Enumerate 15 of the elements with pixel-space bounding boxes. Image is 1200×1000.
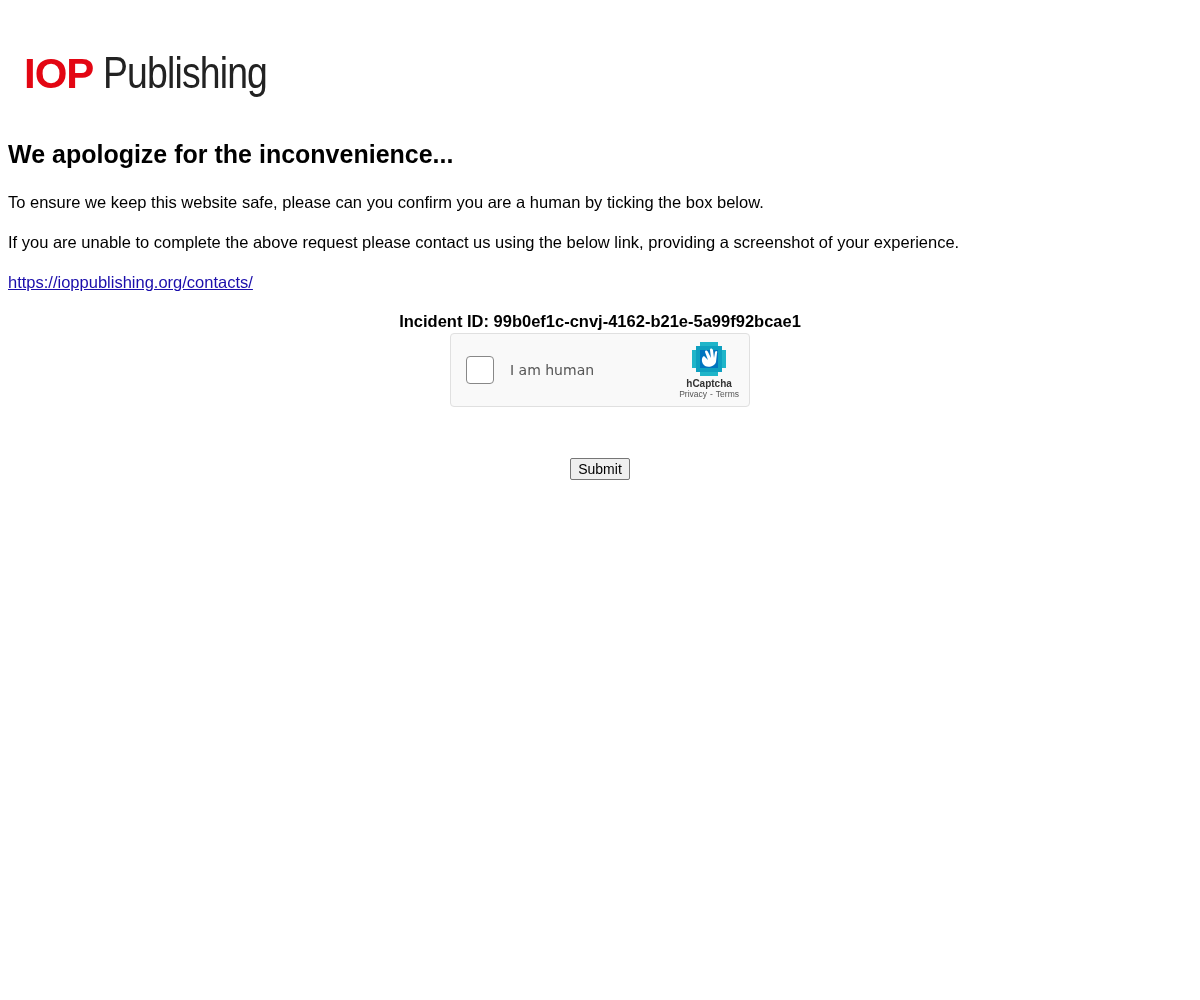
contact-link[interactable]: https://ioppublishing.org/contacts/ [8, 273, 253, 291]
captcha-label: I am human [510, 362, 596, 378]
terms-link[interactable]: Terms [715, 388, 739, 399]
captcha-checkbox[interactable] [466, 356, 494, 384]
privacy-link[interactable]: Privacy [679, 388, 707, 399]
link-separator: - [710, 388, 713, 399]
submit-button[interactable]: Submit [570, 458, 630, 480]
paragraph: If you are unable to complete the above request please contact us using the below link, providing a screenshot of your experience. [8, 233, 961, 252]
page-heading: We apologize for the inconvenience... [8, 140, 455, 169]
paragraph: To ensure we keep this website safe, please can you confirm you are a human by ticking the box below. [8, 193, 765, 212]
logo-wordmark: Publishing [103, 48, 268, 98]
hand-logo-icon [692, 341, 727, 376]
logo-mark: IOP [24, 50, 94, 98]
captcha-brand: hCaptcha [686, 377, 732, 389]
incident-id: Incident ID: 99b0ef1c-cnvj-4162-b21e-5a99f92bcae1 [399, 312, 801, 331]
